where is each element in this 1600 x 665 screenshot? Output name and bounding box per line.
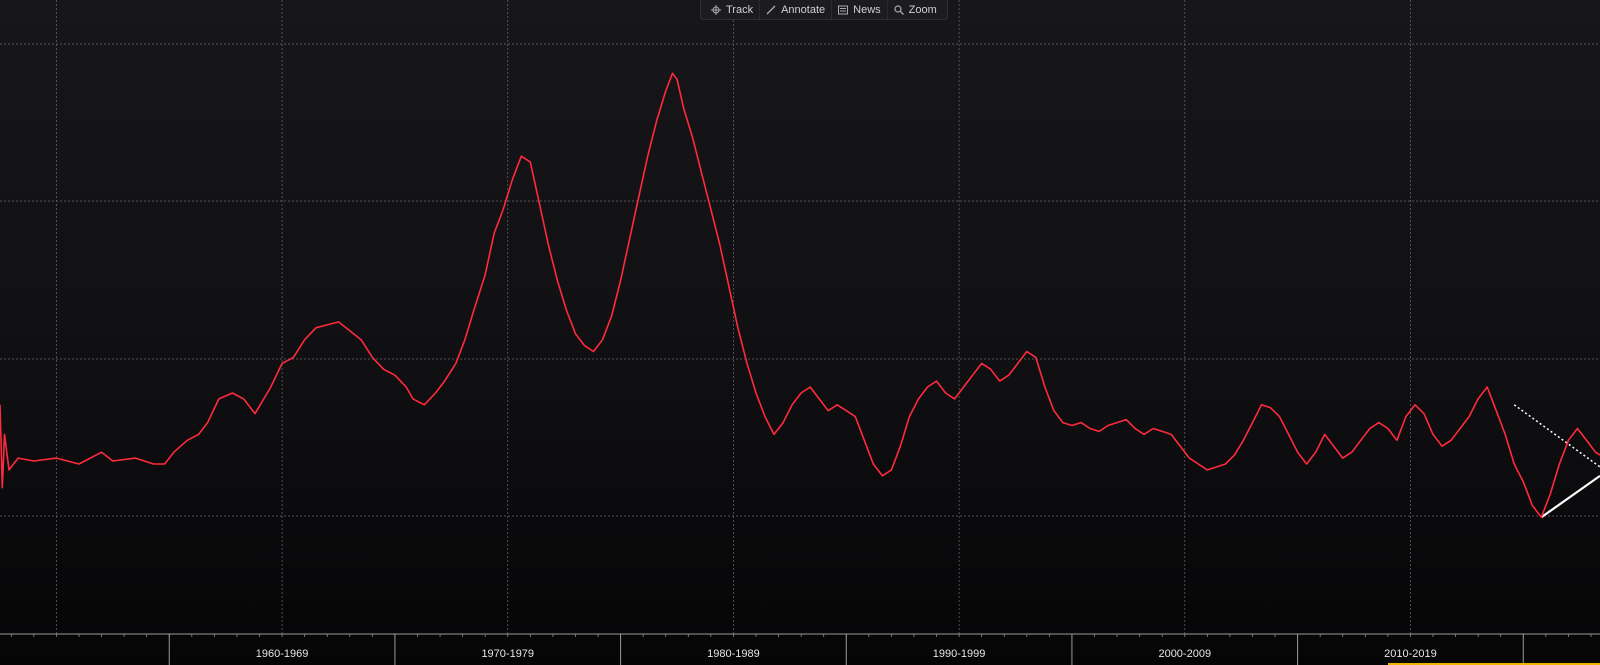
annotate-label: Annotate: [781, 3, 826, 16]
price-chart[interactable]: 1960-1969 1970-1979 1980-1989 1990-1999 2000…: [0, 0, 1600, 665]
zoom-label: Zoom: [908, 3, 937, 16]
track-label: Track: [726, 3, 754, 16]
x-tick-label: 1960-1969: [256, 648, 309, 660]
x-tick-label: 1970-1979: [481, 648, 534, 660]
news-button[interactable]: News: [832, 0, 888, 19]
x-tick-label: 1980-1989: [707, 648, 760, 660]
support-trendline[interactable]: [1540, 474, 1600, 519]
series-layer: [0, 72, 1600, 519]
annotate-button[interactable]: Annotate: [760, 0, 833, 19]
crosshair-icon: [711, 4, 721, 15]
track-button[interactable]: Track: [705, 0, 761, 19]
x-tick-label: 1990-1999: [933, 648, 986, 660]
news-label: News: [853, 3, 881, 16]
chart-area[interactable]: 1960-1969 1970-1979 1980-1989 1990-1999 2000…: [0, 0, 1600, 665]
resistance-trendline[interactable]: [1513, 404, 1600, 468]
x-tick-label: 2000-2009: [1158, 648, 1211, 660]
trendlines: [1513, 404, 1600, 519]
zoom-button[interactable]: Zoom: [888, 0, 943, 19]
x-tick-label: 2010-2019: [1384, 648, 1437, 660]
news-icon: [838, 5, 849, 14]
pencil-icon: [766, 5, 776, 14]
series-line-0: [0, 72, 1600, 519]
grid: [0, 0, 1600, 634]
x-axis: 1960-1969 1970-1979 1980-1989 1990-1999 2000…: [0, 633, 1600, 665]
magnifier-icon: [894, 4, 904, 15]
chart-toolbar: Track Annotate News Zoom: [700, 0, 948, 20]
